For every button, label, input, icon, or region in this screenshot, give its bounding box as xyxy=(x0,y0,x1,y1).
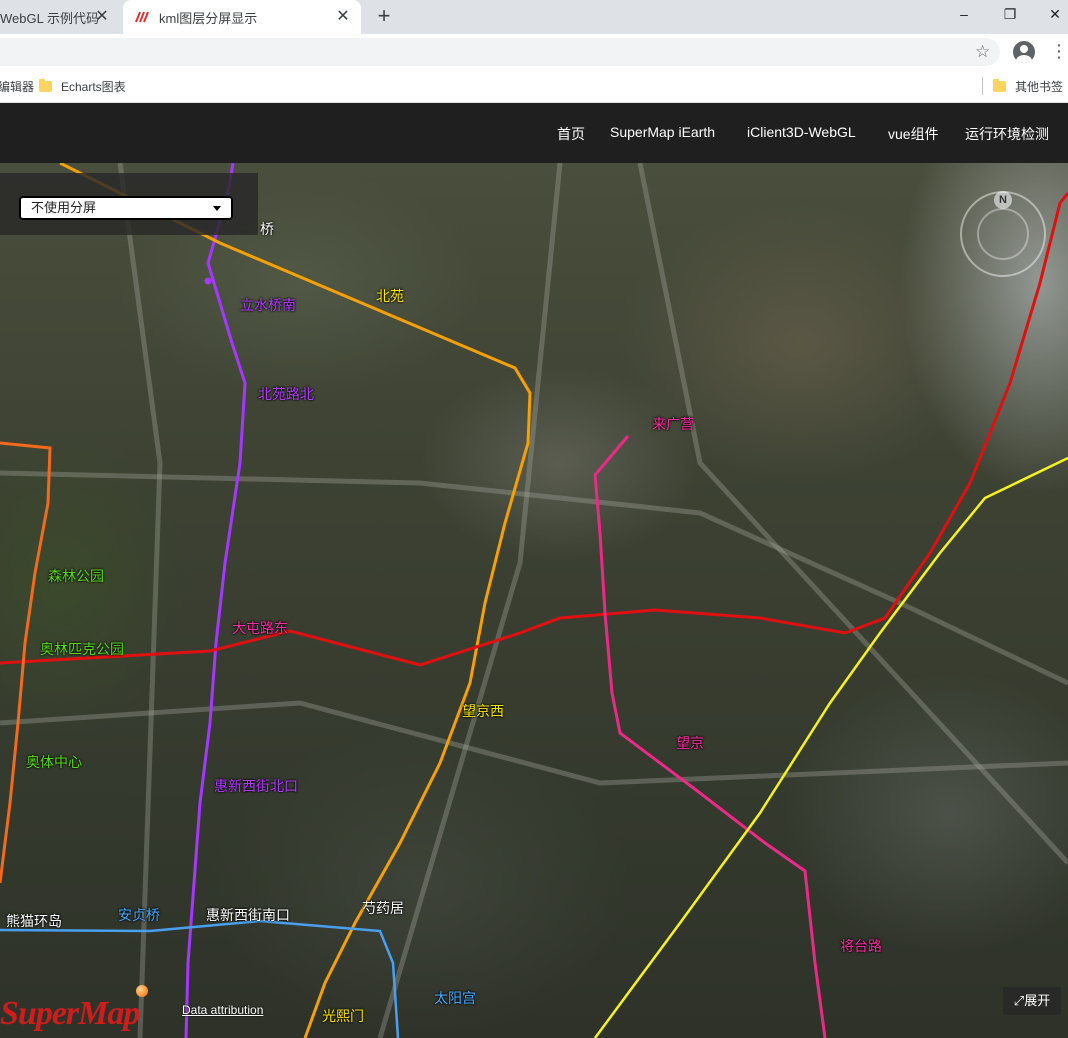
supermap-favicon-icon xyxy=(135,11,149,23)
map-label: 望京西 xyxy=(462,703,504,719)
bookmark-echarts[interactable]: Echarts图表 xyxy=(39,78,126,95)
compass-north-icon: N xyxy=(994,191,1012,209)
chevron-down-icon xyxy=(213,206,221,211)
logo-orb-icon xyxy=(136,985,148,997)
metro-lines-layer xyxy=(0,163,1068,1038)
profile-avatar-icon[interactable] xyxy=(1013,41,1035,63)
map-label: 北苑 xyxy=(376,288,404,304)
close-window-button[interactable]: ✕ xyxy=(1043,6,1067,26)
data-attribution-link[interactable]: Data attribution xyxy=(182,1003,263,1017)
bookmarks-bar: 编辑器 Echarts图表 其他书签 xyxy=(0,70,1068,103)
nav-supermap-iearth[interactable]: SuperMap iEarth xyxy=(610,124,715,140)
map-label: 熊猫环岛 xyxy=(6,913,62,929)
browser-tab-kml[interactable]: kml图层分屏显示 ✕ xyxy=(123,0,361,34)
map-label: 大屯路东 xyxy=(232,620,288,636)
bookmark-label: Echarts图表 xyxy=(61,80,126,94)
map-label: 奥林匹克公园 xyxy=(40,641,124,657)
map-label: 来广营 xyxy=(652,416,694,432)
tab-title: kml图层分屏显示 xyxy=(159,10,258,26)
map-label: 望京 xyxy=(676,735,704,751)
split-mode-select[interactable]: 不使用分屏 xyxy=(19,196,233,220)
metro-line-yellow xyxy=(593,456,1068,1038)
map-label: 惠新西街南口 xyxy=(206,907,290,923)
browser-tab-bar: WebGL 示例代码 ✕ kml图层分屏显示 ✕ + – ❐ ✕ xyxy=(0,0,1068,34)
compass-ring xyxy=(977,208,1029,260)
bookmark-editor[interactable]: 编辑器 xyxy=(0,78,34,95)
map-label: 光熙门 xyxy=(322,1008,364,1024)
map-label: 奥体中心 xyxy=(26,754,82,770)
browser-tab-webgl[interactable]: WebGL 示例代码 ✕ xyxy=(0,0,120,34)
map-viewer[interactable]: 桥 北苑 立水桥南 北苑路北 来广营 森林公园 奥林匹克公园 大屯路东 望京西 … xyxy=(0,163,1068,1038)
browser-menu-icon[interactable]: ⋮ xyxy=(1050,42,1068,60)
map-label: 立水桥南 xyxy=(240,297,296,313)
tab-title: WebGL 示例代码 xyxy=(0,10,99,26)
bookmark-star-icon[interactable]: ☆ xyxy=(975,43,990,61)
site-navbar: 首页 SuperMap iEarth iClient3D-WebGL vue组件… xyxy=(0,103,1068,163)
map-label: 桥 xyxy=(260,221,274,237)
map-label: 太阳宫 xyxy=(434,990,476,1006)
compass-navigation[interactable]: N xyxy=(960,191,1046,277)
nav-env-check[interactable]: 运行环境检测 xyxy=(965,124,1049,144)
split-mode-value: 不使用分屏 xyxy=(31,200,97,215)
map-label: 芍药居 xyxy=(362,900,404,916)
supermap-logo: SuperMap xyxy=(0,995,140,1032)
map-label: 安贞桥 xyxy=(118,907,160,923)
nav-iclient3d-webgl[interactable]: iClient3D-WebGL xyxy=(747,124,856,140)
nav-home[interactable]: 首页 xyxy=(557,124,585,144)
map-label: 森林公园 xyxy=(48,568,104,584)
map-label: 将台路 xyxy=(840,938,882,954)
new-tab-button[interactable]: + xyxy=(374,5,394,27)
expand-button[interactable]: ⤢展开 xyxy=(1003,987,1061,1015)
metro-line-pink xyxy=(593,435,827,1038)
bookmark-label: 其他书签 xyxy=(1015,80,1064,94)
map-label: 惠新西街北口 xyxy=(214,778,298,794)
address-bar-row: ☆ ⋮ xyxy=(0,34,1068,70)
folder-icon xyxy=(39,79,52,92)
bookmark-other[interactable]: 其他书签 xyxy=(993,78,1063,95)
minimize-button[interactable]: – xyxy=(952,6,976,26)
nav-vue-components[interactable]: vue组件 xyxy=(888,124,939,144)
folder-icon xyxy=(993,79,1006,92)
close-tab-icon[interactable]: ✕ xyxy=(335,9,351,25)
bookmark-label: 编辑器 xyxy=(0,80,35,94)
expand-arrows-icon: ⤢ xyxy=(1013,993,1025,1008)
map-label: 北苑路北 xyxy=(258,386,314,402)
split-screen-panel: 不使用分屏 xyxy=(0,173,258,235)
expand-label: 展开 xyxy=(1024,993,1051,1008)
maximize-button[interactable]: ❐ xyxy=(998,6,1022,26)
bookmark-separator xyxy=(982,77,983,95)
close-tab-icon[interactable]: ✕ xyxy=(94,9,110,25)
url-field[interactable] xyxy=(0,38,1000,66)
